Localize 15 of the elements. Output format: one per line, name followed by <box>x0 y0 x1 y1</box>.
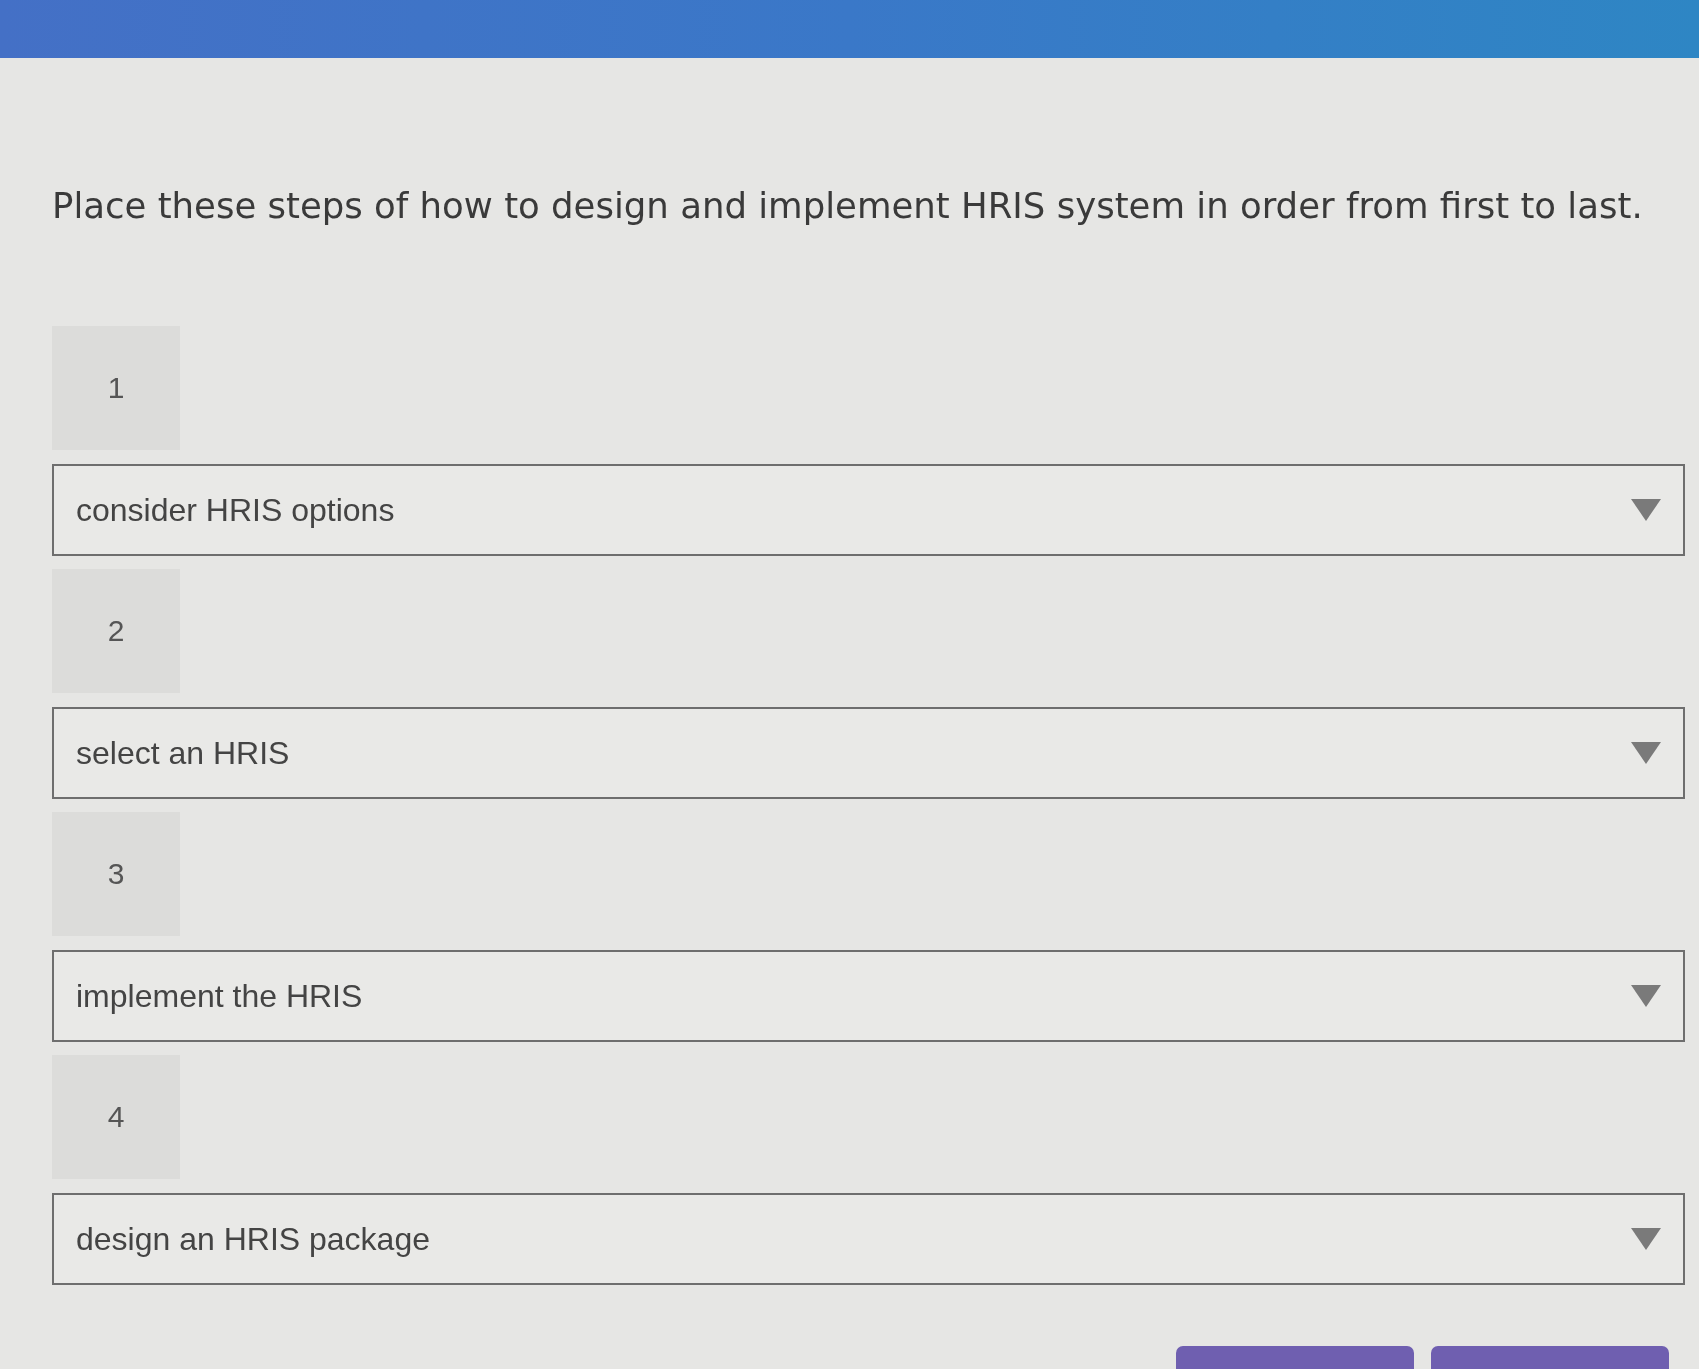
step-number: 4 <box>52 1055 180 1179</box>
question-text: Place these steps of how to design and implement HRIS system in order from first to last. <box>52 184 1644 228</box>
answer-dropdown[interactable]: implement the HRIS <box>52 950 1685 1042</box>
step-number: 1 <box>52 326 180 450</box>
action-button[interactable] <box>1431 1346 1669 1369</box>
caret-icon <box>1631 499 1661 521</box>
answer-dropdown[interactable]: consider HRIS options <box>52 464 1685 556</box>
step-number: 3 <box>52 812 180 936</box>
action-button[interactable] <box>1176 1346 1414 1369</box>
answer-dropdown[interactable]: design an HRIS package <box>52 1193 1685 1285</box>
caret-icon <box>1631 985 1661 1007</box>
caret-icon <box>1631 1228 1661 1250</box>
answer-dropdown[interactable]: select an HRIS <box>52 707 1685 799</box>
caret-icon <box>1631 742 1661 764</box>
step-number: 2 <box>52 569 180 693</box>
